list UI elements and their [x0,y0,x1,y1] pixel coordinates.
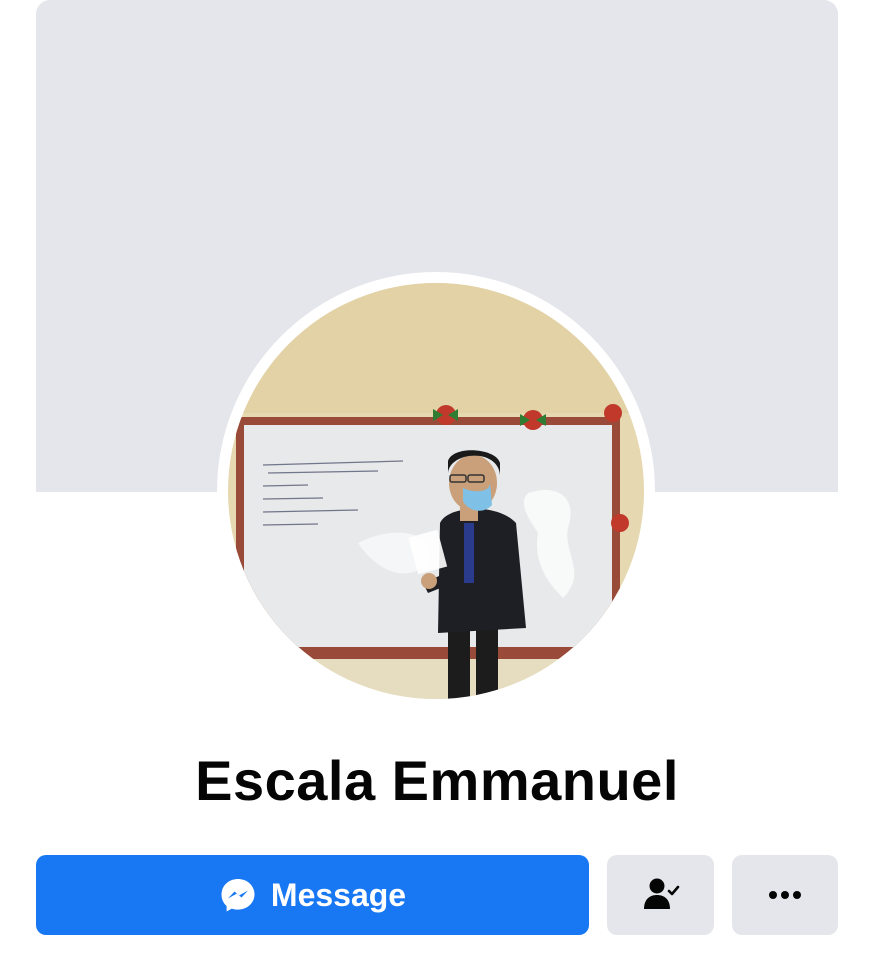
profile-picture[interactable] [228,283,644,699]
friends-button[interactable] [607,855,714,935]
friends-check-icon [641,875,681,915]
more-options-button[interactable] [732,855,838,935]
message-button[interactable]: Message [36,855,589,935]
messenger-icon [219,876,257,914]
profile-name: Escala Emmanuel [195,749,679,812]
profile-photo-image [228,283,644,699]
more-dots-icon [767,889,803,901]
message-button-label: Message [270,876,407,913]
